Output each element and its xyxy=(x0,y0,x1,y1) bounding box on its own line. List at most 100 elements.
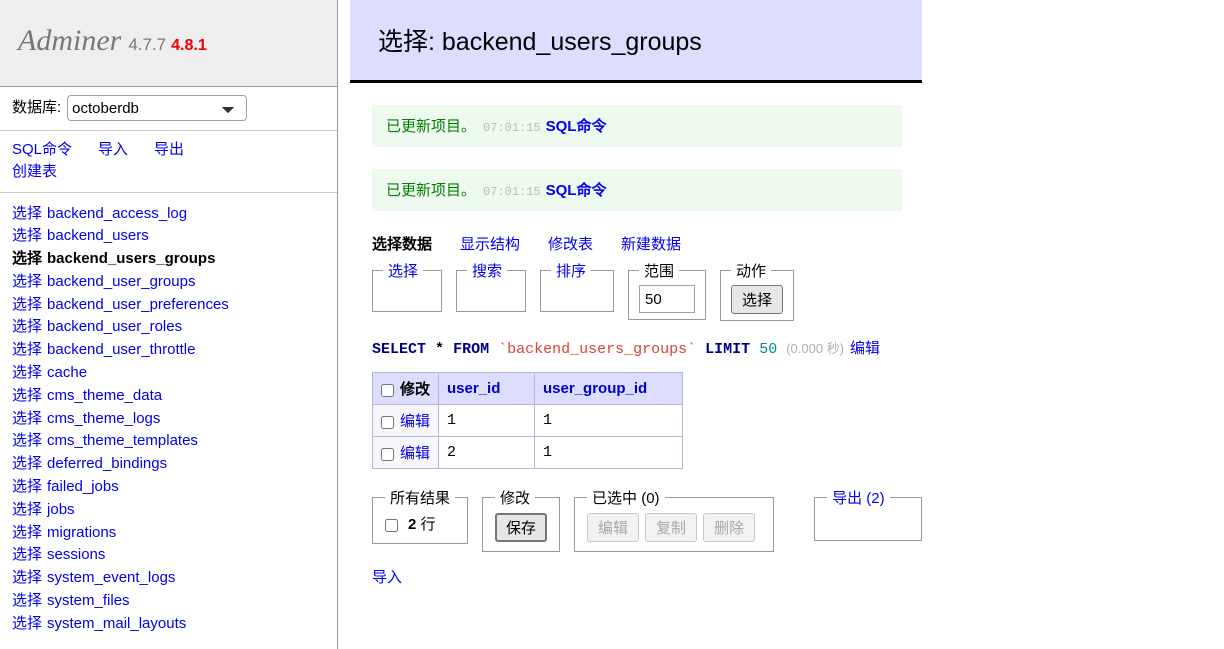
table-select-link[interactable]: 选择 xyxy=(12,524,42,541)
table-name-link[interactable]: system_files xyxy=(47,592,130,609)
filter-select-legend[interactable]: 选择 xyxy=(383,260,423,281)
table-select-link[interactable]: 选择 xyxy=(12,387,42,404)
tab-1[interactable]: 显示结构 xyxy=(460,236,520,253)
brand-block: Adminer 4.7.7 4.8.1 xyxy=(0,0,337,87)
export-legend[interactable]: 导出 (2) xyxy=(827,487,890,508)
export-link[interactable]: 导出 (2) xyxy=(832,490,885,507)
delete-selected-button[interactable]: 删除 xyxy=(703,513,756,542)
table-name-link[interactable]: cache xyxy=(47,364,87,381)
save-button[interactable]: 保存 xyxy=(495,513,548,542)
table-select-link[interactable]: 选择 xyxy=(12,432,42,449)
filter-sort-link[interactable]: 排序 xyxy=(556,263,586,280)
filter-sort-legend[interactable]: 排序 xyxy=(551,260,591,281)
table-select-link[interactable]: 选择 xyxy=(12,227,42,244)
row-edit-link[interactable]: 编辑 xyxy=(400,413,430,430)
filter-select-body xyxy=(383,285,431,305)
table-select-link[interactable]: 选择 xyxy=(12,318,42,335)
export-body xyxy=(827,513,909,531)
table-name-link[interactable]: backend_users xyxy=(47,227,149,244)
table-select-link[interactable]: 选择 xyxy=(12,501,42,518)
header-modify-label: 修改 xyxy=(400,381,431,398)
message-sql-command-link[interactable]: SQL命令 xyxy=(546,118,607,135)
table-select-link[interactable]: 选择 xyxy=(12,273,42,290)
table-name-link[interactable]: jobs xyxy=(47,501,75,518)
tab-bar: 选择数据 显示结构 修改表 新建数据 xyxy=(372,233,1224,254)
sql-edit-link[interactable]: 编辑 xyxy=(850,340,880,357)
table-list-item: 选择 cms_theme_logs xyxy=(12,408,337,431)
table-select-link[interactable]: 选择 xyxy=(12,364,42,381)
table-name-link[interactable]: deferred_bindings xyxy=(47,455,167,472)
edit-selected-button[interactable]: 编辑 xyxy=(587,513,640,542)
table-name-link[interactable]: backend_access_log xyxy=(47,205,187,222)
filter-search-legend[interactable]: 搜索 xyxy=(467,260,507,281)
filter-search-link[interactable]: 搜索 xyxy=(472,263,502,280)
table-select-link[interactable]: 选择 xyxy=(12,410,42,427)
table-name-link[interactable]: migrations xyxy=(47,524,116,541)
message-sql-command-link[interactable]: SQL命令 xyxy=(546,182,607,199)
table-list-item: 选择 jobs xyxy=(12,499,337,522)
table-select-link[interactable]: 选择 xyxy=(12,592,42,609)
table-name-link[interactable]: backend_user_throttle xyxy=(47,341,195,358)
all-results-fieldset: 所有结果 2 行 xyxy=(372,487,469,544)
page-title: 选择: backend_users_groups xyxy=(378,28,702,56)
table-select-link[interactable]: 选择 xyxy=(12,569,42,586)
modify-fieldset: 修改 保存 xyxy=(482,487,561,552)
tab-2[interactable]: 修改表 xyxy=(548,236,593,253)
table-name-link[interactable]: system_mail_layouts xyxy=(47,615,186,632)
header-col-user-id[interactable]: user_id xyxy=(438,372,536,405)
sidebar-link-import[interactable]: 导入 xyxy=(98,141,128,158)
selected-fieldset: 已选中 (0) 编辑 复制 删除 xyxy=(574,487,775,552)
table-list-item: 选择 failed_jobs xyxy=(12,476,337,499)
table-list-item: 选择 system_files xyxy=(12,590,337,613)
sidebar-link-sql-command[interactable]: SQL命令 xyxy=(12,141,72,158)
table-select-link[interactable]: 选择 xyxy=(12,205,42,222)
table-name-link[interactable]: backend_users_groups xyxy=(47,250,215,267)
filter-select-link[interactable]: 选择 xyxy=(388,263,418,280)
row-checkbox[interactable] xyxy=(381,415,394,429)
table-name-link[interactable]: system_event_logs xyxy=(47,569,175,586)
tab-0[interactable]: 选择数据 xyxy=(372,236,432,253)
cell-user-id: 2 xyxy=(438,436,536,469)
message-timestamp: 07:01:15 xyxy=(483,185,541,199)
app-title: Adminer xyxy=(18,24,122,57)
success-message: 已更新项目。 07:01:15 SQL命令 xyxy=(372,169,902,211)
table-name-link[interactable]: sessions xyxy=(47,546,105,563)
tab-3[interactable]: 新建数据 xyxy=(621,236,681,253)
table-select-link[interactable]: 选择 xyxy=(12,296,42,313)
all-results-checkbox[interactable] xyxy=(385,518,398,532)
database-select[interactable]: octoberdb xyxy=(67,95,248,121)
table-select-link[interactable]: 选择 xyxy=(12,250,42,267)
table-select-link[interactable]: 选择 xyxy=(12,341,42,358)
filter-sort-body xyxy=(551,285,603,305)
table-select-link[interactable]: 选择 xyxy=(12,455,42,472)
message-list: 已更新项目。 07:01:15 SQL命令 已更新项目。 07:01:15 SQL命令 xyxy=(350,105,1224,211)
clone-selected-button[interactable]: 复制 xyxy=(645,513,698,542)
sidebar: Adminer 4.7.7 4.8.1 数据库: octoberdb SQL命令 导入… xyxy=(0,0,338,649)
sidebar-link-export[interactable]: 导出 xyxy=(154,141,184,158)
header-modify-cell: 修改 xyxy=(371,372,440,405)
table-select-link[interactable]: 选择 xyxy=(12,615,42,632)
import-link[interactable]: 导入 xyxy=(372,566,1224,587)
modify-legend: 修改 xyxy=(500,490,531,507)
filter-limit-fieldset: 范围 xyxy=(628,260,706,320)
header-col-user-group-id[interactable]: user_group_id xyxy=(534,372,684,405)
table-name-link[interactable]: backend_user_groups xyxy=(47,273,195,290)
export-fieldset: 导出 (2) xyxy=(814,487,923,541)
table-name-link[interactable]: failed_jobs xyxy=(47,478,119,495)
table-select-link[interactable]: 选择 xyxy=(12,478,42,495)
sql-limit-value: 50 xyxy=(759,341,778,358)
sidebar-link-create-table[interactable]: 创建表 xyxy=(12,163,57,180)
app-version: 4.7.7 xyxy=(128,35,167,54)
table-name-link[interactable]: cms_theme_logs xyxy=(47,410,160,427)
select-all-checkbox[interactable] xyxy=(381,383,394,397)
footer-toolbar: 所有结果 2 行 修改 保存 已选中 (0) 编辑 复制 删除 导出 (2) xyxy=(372,487,1224,552)
table-name-link[interactable]: backend_user_roles xyxy=(47,318,182,335)
table-name-link[interactable]: cms_theme_data xyxy=(47,387,162,404)
row-checkbox[interactable] xyxy=(381,447,394,461)
table-select-link[interactable]: 选择 xyxy=(12,546,42,563)
limit-input[interactable] xyxy=(639,285,695,313)
run-select-button[interactable]: 选择 xyxy=(731,285,784,314)
table-name-link[interactable]: backend_user_preferences xyxy=(47,296,229,313)
row-edit-link[interactable]: 编辑 xyxy=(400,445,430,462)
table-name-link[interactable]: cms_theme_templates xyxy=(47,432,198,449)
